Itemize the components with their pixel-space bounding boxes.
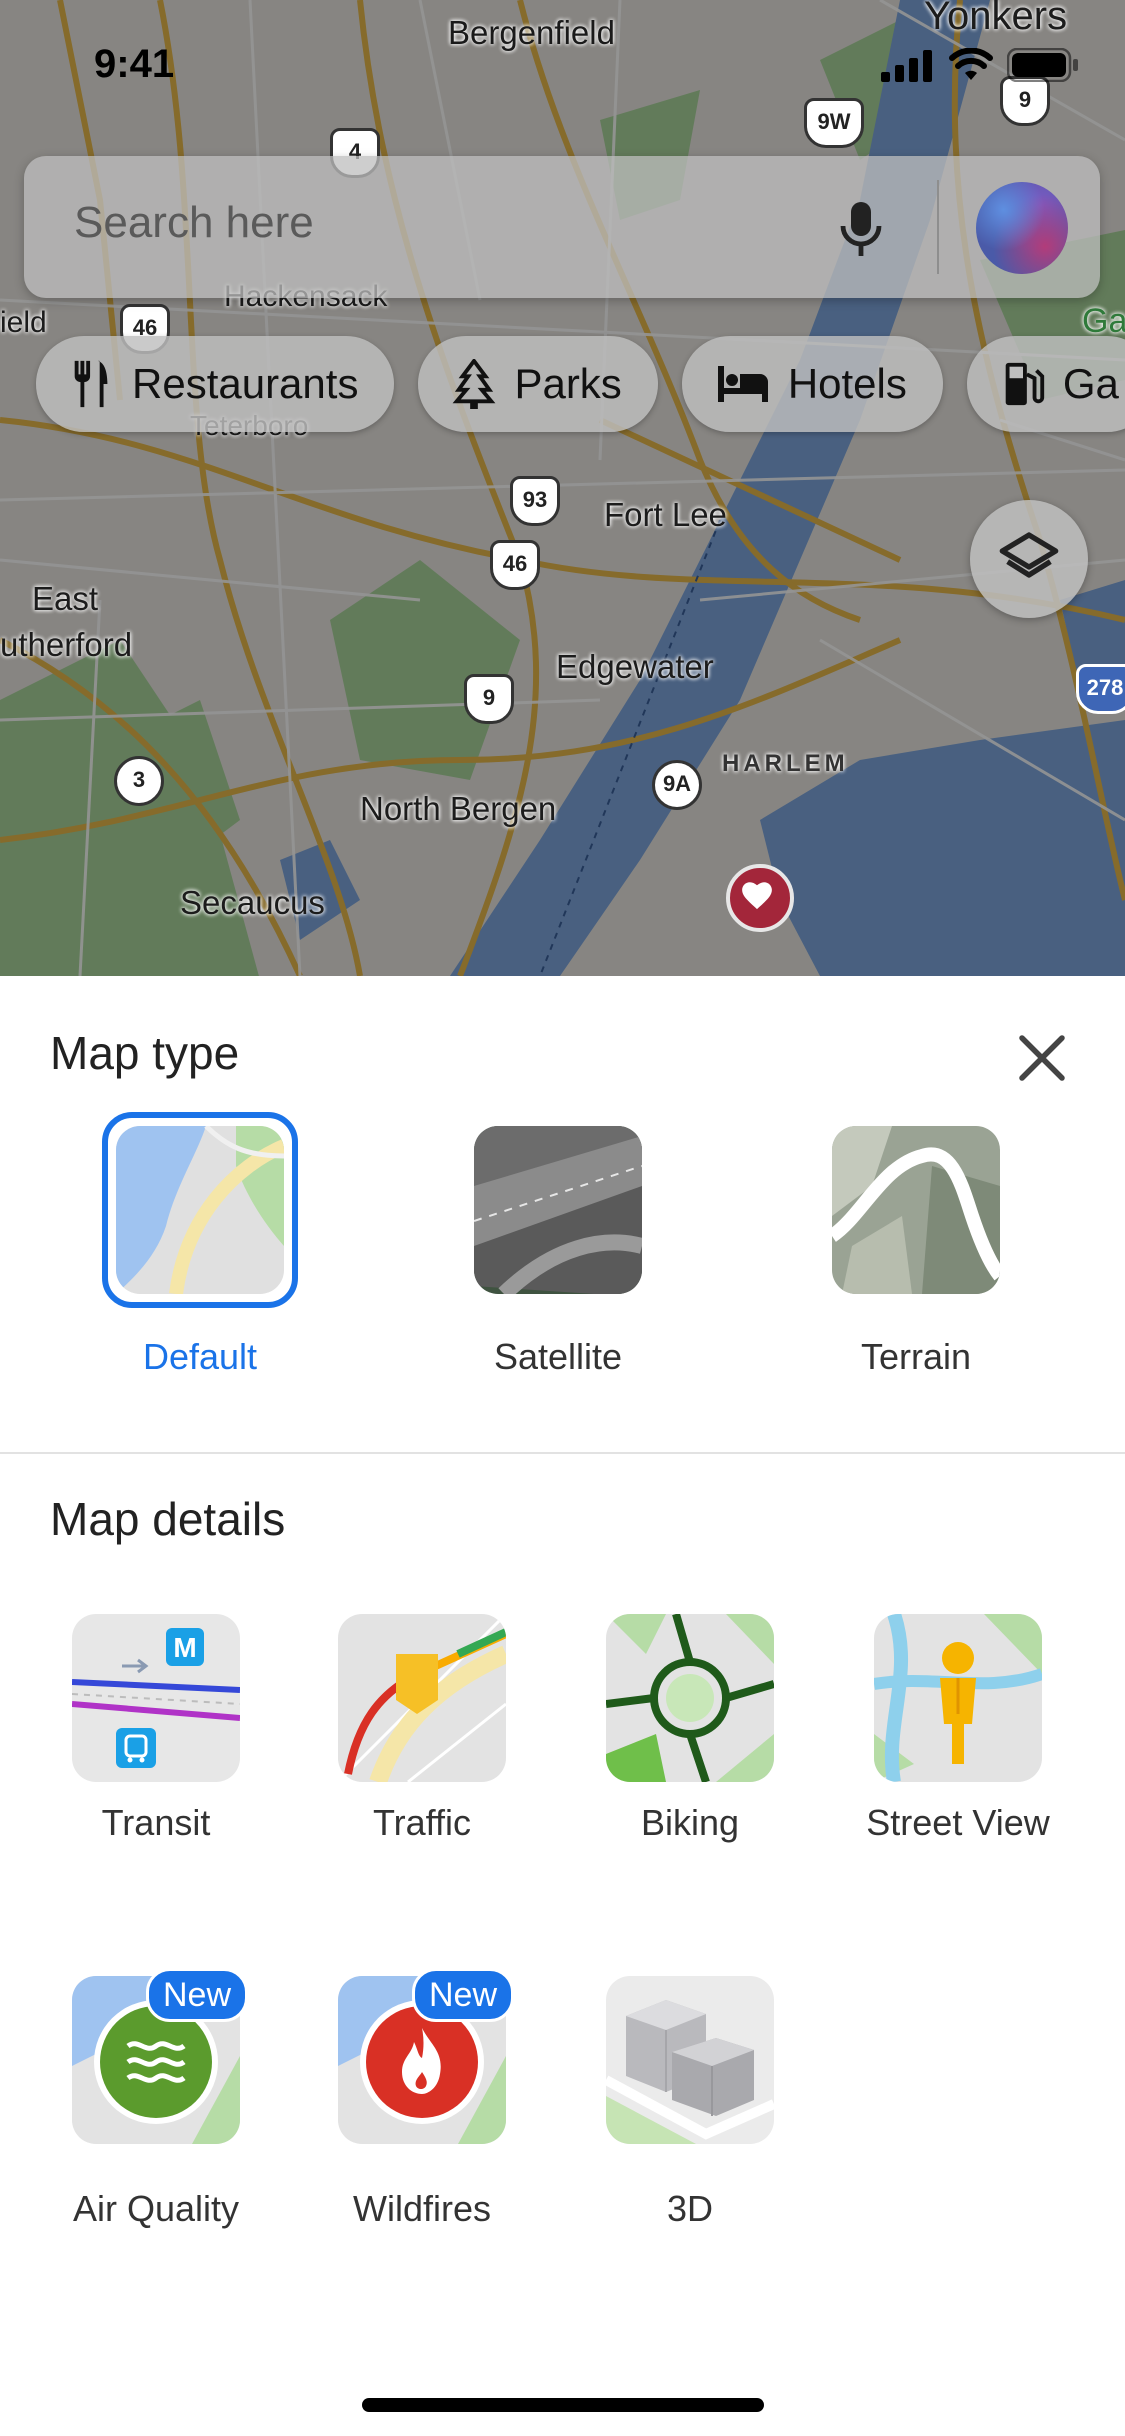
tree-icon (453, 359, 496, 409)
detail-3d[interactable]: 3D (560, 1976, 820, 2229)
chip-hotels[interactable]: Hotels (681, 336, 943, 432)
terrain-thumbnail (832, 1126, 1000, 1294)
chip-label: Restaurants (132, 360, 359, 407)
map-type-satellite[interactable]: Satellite (448, 1126, 668, 1386)
map-label: North Bergen (360, 790, 557, 827)
detail-air-quality[interactable]: New Air Quality (26, 1968, 286, 2229)
bed-icon (717, 366, 768, 402)
section-divider (0, 1452, 1125, 1454)
satellite-thumbnail (474, 1126, 642, 1294)
chip-label: Ga (1062, 360, 1119, 407)
detail-label: Traffic (372, 1802, 471, 1843)
map-type-label: Terrain (860, 1336, 972, 1377)
transit-thumbnail: M (72, 1614, 240, 1782)
detail-street-view[interactable]: Street View (828, 1614, 1088, 1854)
cellular-signal-icon (881, 50, 932, 82)
map-label: East (32, 580, 99, 617)
map-type-terrain[interactable]: Terrain (806, 1126, 1026, 1386)
close-icon[interactable] (1012, 1028, 1072, 1088)
route-shield: 3 (114, 756, 164, 806)
biking-thumbnail (606, 1614, 774, 1782)
route-shield: 278 (1076, 664, 1125, 714)
map-label: Edgewater (556, 648, 714, 685)
saved-place-pin[interactable] (726, 864, 794, 932)
map-label: Bergenfield (448, 14, 615, 51)
detail-label: Wildfires (352, 2188, 491, 2229)
search-bar[interactable]: Search here (24, 156, 1100, 298)
route-shield: 9A (652, 760, 702, 810)
search-input[interactable]: Search here (74, 198, 314, 248)
3d-thumbnail (606, 1976, 774, 2144)
map-view[interactable]: Bergenfield Yonkers Hackensack ield Gard… (0, 0, 1125, 976)
heart-icon (742, 882, 772, 910)
chip-gas[interactable]: Ga (966, 336, 1125, 432)
route-shield: 9 (464, 674, 514, 724)
gas-pump-icon (1005, 362, 1045, 406)
route-shield: 93 (510, 476, 560, 526)
default-thumbnail (116, 1126, 284, 1294)
route-shield: 9W (804, 98, 864, 148)
layers-icon (999, 532, 1059, 578)
search-divider (937, 180, 939, 274)
chip-label: Parks (514, 360, 622, 407)
detail-label: Transit (101, 1802, 211, 1843)
battery-icon (1007, 48, 1078, 82)
street-view-thumbnail (874, 1614, 1042, 1782)
map-label: HARLEM (722, 750, 849, 777)
home-indicator[interactable] (362, 2398, 764, 2412)
new-badge: New (146, 1968, 249, 2022)
fork-knife-icon (74, 360, 108, 408)
detail-label: Street View (866, 1802, 1050, 1843)
category-chips: Restaurants Parks Hotels Ga (36, 336, 1125, 432)
detail-label: 3D (666, 2188, 714, 2229)
chip-parks[interactable]: Parks (418, 336, 658, 432)
detail-transit[interactable]: M Transit (26, 1614, 286, 1854)
route-shield: 9 (1000, 76, 1050, 126)
status-time: 9:41 (94, 42, 175, 86)
route-shield: 46 (490, 540, 540, 590)
map-details-title: Map details (50, 1493, 286, 1545)
new-badge: New (412, 1968, 515, 2022)
traffic-thumbnail (338, 1614, 506, 1782)
map-label: utherford (0, 626, 133, 663)
status-icons (881, 48, 1079, 82)
map-label: Yonkers (924, 0, 1068, 38)
svg-text:M: M (173, 1632, 196, 1663)
map-label: Fort Lee (604, 496, 727, 533)
detail-wildfires[interactable]: New Wildfires (292, 1968, 552, 2229)
detail-biking[interactable]: Biking (560, 1614, 820, 1854)
map-label: Secaucus (180, 884, 325, 921)
map-label: ield (0, 306, 47, 339)
map-dim-overlay (0, 0, 1125, 976)
map-type-label: Default (142, 1336, 258, 1377)
detail-traffic[interactable]: Traffic (292, 1614, 552, 1854)
map-type-label: Satellite (493, 1336, 623, 1377)
microphone-icon[interactable] (836, 200, 886, 260)
detail-label: Biking (640, 1802, 740, 1843)
map-options-sheet: Map type Default Satellite Terrain Map d… (0, 976, 1125, 2436)
map-type-default[interactable]: Default (90, 1112, 310, 1386)
layers-button[interactable] (970, 500, 1088, 618)
chip-label: Hotels (787, 360, 907, 407)
wifi-icon (949, 48, 993, 80)
detail-label: Air Quality (72, 2188, 240, 2229)
map-type-title: Map type (50, 1027, 240, 1079)
account-avatar[interactable] (976, 182, 1068, 274)
chip-restaurants[interactable]: Restaurants (36, 336, 395, 432)
